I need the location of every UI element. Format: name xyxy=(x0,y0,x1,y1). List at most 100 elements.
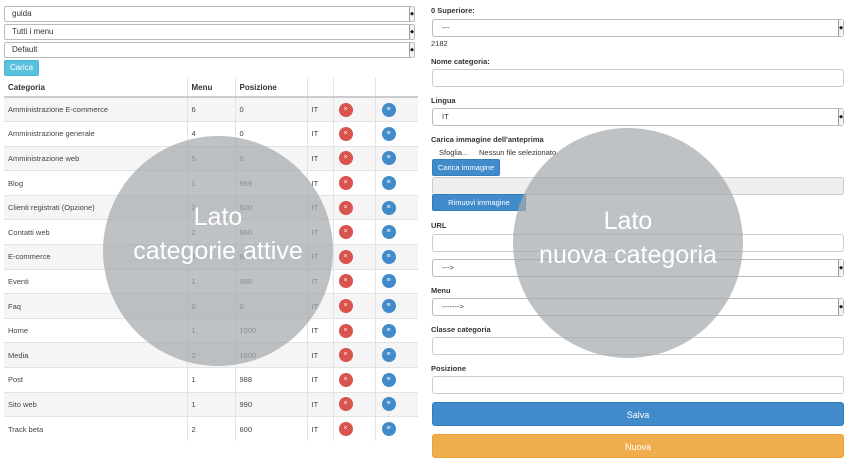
language-select[interactable]: IT ◆ xyxy=(432,108,844,126)
actions-cell: ≡ xyxy=(375,244,418,270)
language-cell: IT xyxy=(307,268,334,294)
actions-cell: ≡ xyxy=(375,219,418,245)
category-name-cell: Home xyxy=(4,317,188,343)
url-select-value: ---> xyxy=(442,263,454,272)
position-cell: 600 xyxy=(235,194,308,220)
list-icon[interactable]: ≡ xyxy=(381,176,396,191)
menu-select[interactable]: -------> ◆ xyxy=(432,298,844,316)
list-icon[interactable]: ≡ xyxy=(381,422,396,437)
menu-cell: 1 xyxy=(187,367,236,393)
column-header-menu[interactable]: Menu xyxy=(187,78,236,98)
position-cell: 987 xyxy=(235,244,308,270)
select-arrow-icon: ◆ xyxy=(838,299,843,315)
language-cell: IT xyxy=(307,293,334,319)
delete-icon[interactable]: × xyxy=(338,225,353,240)
active-categories-panel: guida ◆ Tutti i menu ◆ Default ◆ Carica … xyxy=(0,0,418,464)
menu-cell: 0 xyxy=(187,293,236,319)
column-header-posizione[interactable]: Posizione xyxy=(235,78,308,98)
table-row[interactable]: Amministrazione web 5 0 IT × ≡ xyxy=(4,145,418,171)
delete-icon[interactable]: × xyxy=(338,299,353,314)
delete-icon[interactable]: × xyxy=(338,200,353,215)
new-button[interactable]: Nuova xyxy=(432,434,844,458)
parent-select[interactable]: --- ◆ xyxy=(432,19,844,37)
template-filter-value: Default xyxy=(12,45,38,54)
table-row[interactable]: Contatti web 2 960 IT × ≡ xyxy=(4,219,418,245)
category-name-input[interactable] xyxy=(432,69,844,87)
table-row[interactable]: E-commerce 1 987 IT × ≡ xyxy=(4,244,418,270)
remove-image-button[interactable]: Rimuovi immagine xyxy=(432,194,526,211)
menu-cell: 2 xyxy=(187,342,236,368)
delete-icon[interactable]: × xyxy=(338,176,353,191)
template-filter-select[interactable]: Default ◆ xyxy=(4,42,415,58)
upload-image-button[interactable]: Carica immagine xyxy=(432,159,500,176)
actions-cell: ≡ xyxy=(375,121,418,147)
column-header-categoria[interactable]: Categoria xyxy=(4,78,188,98)
language-cell: IT xyxy=(307,121,334,147)
table-row[interactable]: Amministrazione generale 4 0 IT × ≡ xyxy=(4,121,418,147)
category-name-cell: Blog xyxy=(4,170,188,196)
menu-filter-select[interactable]: Tutti i menu ◆ xyxy=(4,24,415,40)
delete-icon[interactable]: × xyxy=(338,372,353,387)
category-name-label: Nome categoria: xyxy=(431,57,490,66)
list-icon[interactable]: ≡ xyxy=(381,102,396,117)
position-input[interactable] xyxy=(432,376,844,394)
table-row[interactable]: Amministrazione E-commerce 6 0 IT × ≡ xyxy=(4,96,418,122)
list-icon[interactable]: ≡ xyxy=(381,299,396,314)
delete-icon[interactable]: × xyxy=(338,397,353,412)
category-class-input[interactable] xyxy=(432,337,844,355)
site-filter-select[interactable]: guida ◆ xyxy=(4,6,415,22)
list-icon[interactable]: ≡ xyxy=(381,348,396,363)
select-arrow-icon: ◆ xyxy=(409,7,414,21)
categories-table: Categoria Menu Posizione Amministrazione… xyxy=(4,78,418,442)
parent-id: 2182 xyxy=(431,39,448,48)
delete-icon[interactable]: × xyxy=(338,422,353,437)
list-icon[interactable]: ≡ xyxy=(381,397,396,412)
table-row[interactable]: Clienti registrati (Opzione) 2 600 IT × ≡ xyxy=(4,194,418,220)
category-name-cell: E-commerce xyxy=(4,244,188,270)
delete-icon[interactable]: × xyxy=(338,102,353,117)
delete-cell: × xyxy=(333,416,376,442)
column-header-actions xyxy=(375,78,418,98)
table-row[interactable]: Blog 1 989 IT × ≡ xyxy=(4,170,418,196)
delete-icon[interactable]: × xyxy=(338,323,353,338)
table-row[interactable]: Track beta 2 600 IT × ≡ xyxy=(4,416,418,442)
list-icon[interactable]: ≡ xyxy=(381,249,396,264)
delete-cell: × xyxy=(333,96,376,122)
delete-icon[interactable]: × xyxy=(338,249,353,264)
image-path-field xyxy=(432,177,844,195)
table-row[interactable]: Post 1 988 IT × ≡ xyxy=(4,367,418,393)
delete-icon[interactable]: × xyxy=(338,274,353,289)
position-cell: 600 xyxy=(235,416,308,442)
url-select[interactable]: ---> ◆ xyxy=(432,259,844,277)
language-cell: IT xyxy=(307,145,334,171)
table-row[interactable]: Media 2 1000 IT × ≡ xyxy=(4,342,418,368)
list-icon[interactable]: ≡ xyxy=(381,126,396,141)
table-row[interactable]: Faq 0 0 IT × ≡ xyxy=(4,293,418,319)
list-icon[interactable]: ≡ xyxy=(381,151,396,166)
load-button[interactable]: Carica xyxy=(4,60,39,76)
delete-icon[interactable]: × xyxy=(338,151,353,166)
list-icon[interactable]: ≡ xyxy=(381,323,396,338)
table-row[interactable]: Sito web 1 990 IT × ≡ xyxy=(4,391,418,417)
position-cell: 0 xyxy=(235,145,308,171)
menu-label: Menu xyxy=(431,286,451,295)
delete-icon[interactable]: × xyxy=(338,126,353,141)
select-arrow-icon: ◆ xyxy=(838,260,843,276)
list-icon[interactable]: ≡ xyxy=(381,274,396,289)
preview-image-label: Carica immagine dell'anteprima xyxy=(431,135,544,144)
table-row[interactable]: Home 1 1000 IT × ≡ xyxy=(4,317,418,343)
table-row[interactable]: Eventi 1 986 IT × ≡ xyxy=(4,268,418,294)
category-name-cell: Faq xyxy=(4,293,188,319)
url-input[interactable] xyxy=(432,234,844,252)
category-name-cell: Contatti web xyxy=(4,219,188,245)
browse-file-button[interactable]: Sfoglia... xyxy=(439,148,468,157)
parent-label: 0 Superiore: xyxy=(431,6,475,15)
list-icon[interactable]: ≡ xyxy=(381,225,396,240)
delete-cell: × xyxy=(333,317,376,343)
language-label: Lingua xyxy=(431,96,456,105)
list-icon[interactable]: ≡ xyxy=(381,200,396,215)
delete-icon[interactable]: × xyxy=(338,348,353,363)
list-icon[interactable]: ≡ xyxy=(381,372,396,387)
language-cell: IT xyxy=(307,391,334,417)
save-button[interactable]: Salva xyxy=(432,402,844,426)
